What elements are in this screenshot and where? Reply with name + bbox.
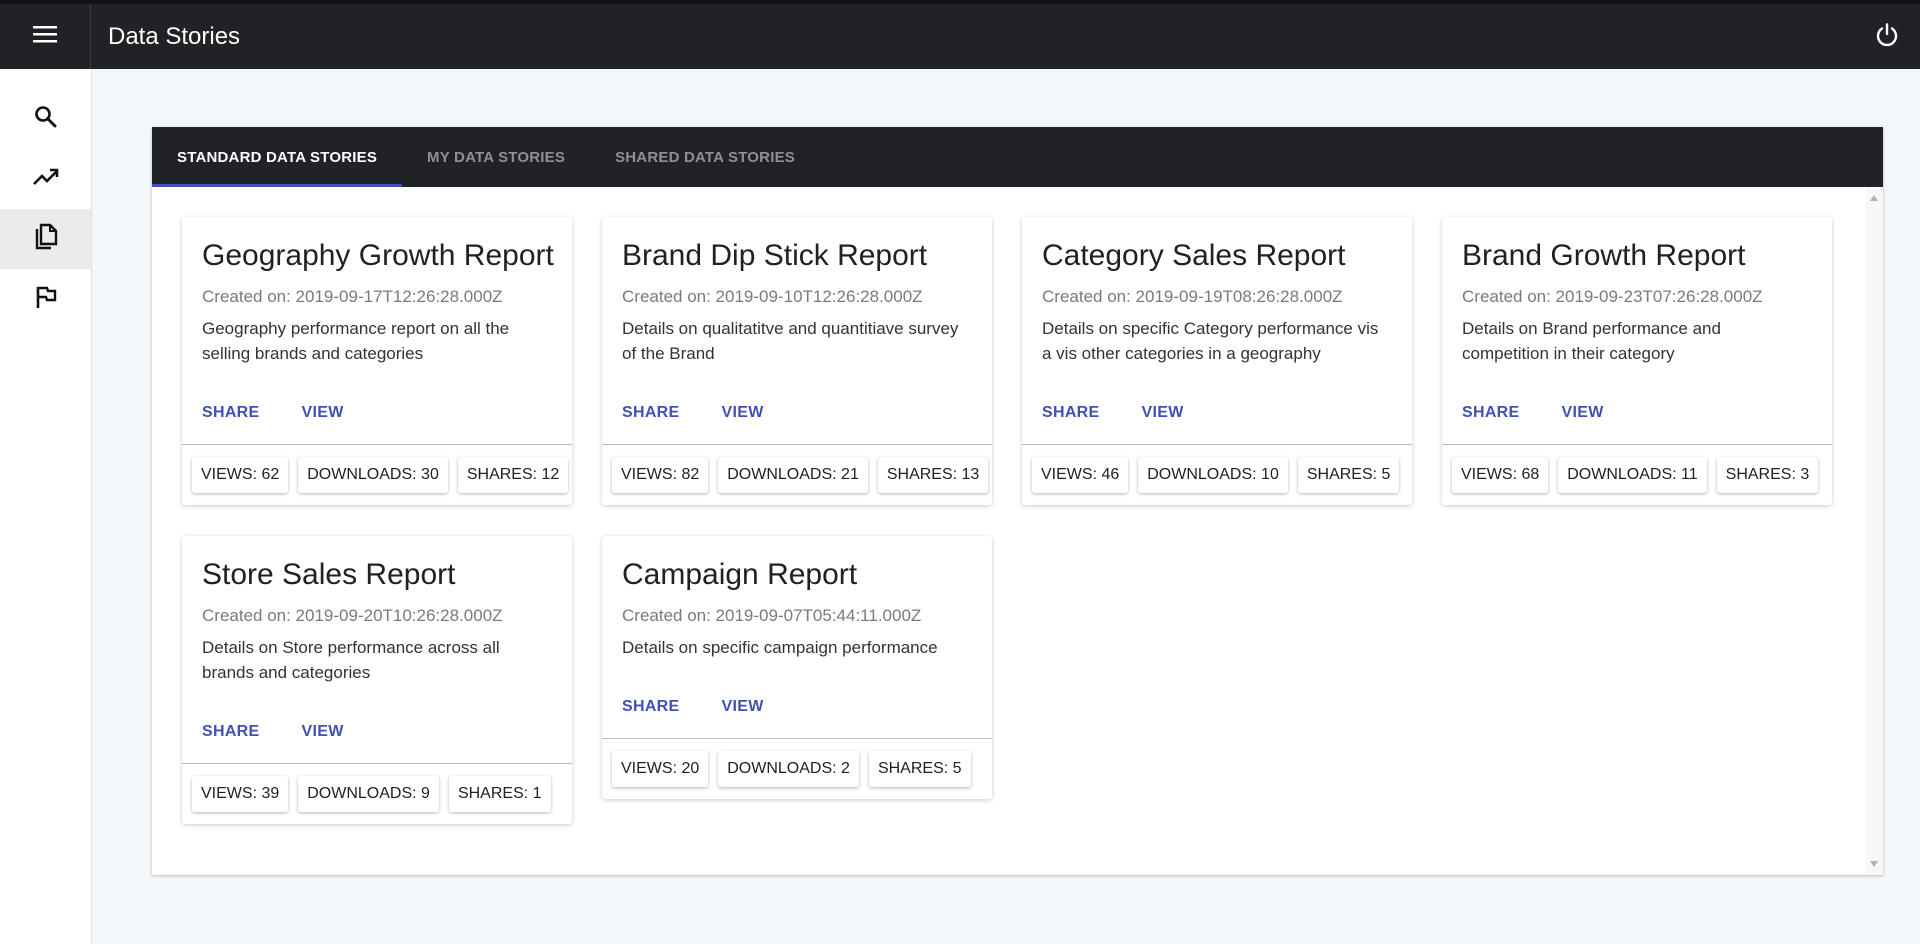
app-bar: Data Stories bbox=[0, 4, 1920, 69]
card-body: Geography Growth Report Created on: 2019… bbox=[182, 217, 572, 445]
card-description: Details on Brand performance and competi… bbox=[1462, 319, 1721, 363]
shares-chip: SHARES: 5 bbox=[1297, 457, 1400, 493]
shares-chip: SHARES: 3 bbox=[1716, 457, 1819, 493]
card-description: Details on specific Category performance… bbox=[1042, 319, 1379, 363]
downloads-chip: DOWNLOADS: 2 bbox=[718, 751, 859, 787]
downloads-chip: DOWNLOADS: 11 bbox=[1558, 457, 1707, 493]
downloads-chip: DOWNLOADS: 10 bbox=[1138, 457, 1288, 493]
card-created-date: Created on: 2019-09-23T07:26:28.000Z bbox=[1462, 287, 1763, 306]
view-button[interactable]: VIEW bbox=[714, 694, 772, 720]
search-icon bbox=[33, 104, 59, 135]
card-body: Brand Growth Report Created on: 2019-09-… bbox=[1442, 217, 1832, 445]
tab-bar: STANDARD DATA STORIES MY DATA STORIES SH… bbox=[152, 127, 1883, 187]
views-chip: VIEWS: 62 bbox=[192, 457, 289, 493]
card-title: Brand Growth Report bbox=[1462, 239, 1746, 272]
downloads-chip: DOWNLOADS: 9 bbox=[298, 776, 439, 812]
card-body: Store Sales Report Created on: 2019-09-2… bbox=[182, 536, 572, 764]
card-actions: SHARE VIEW bbox=[194, 400, 352, 426]
card-created-date: Created on: 2019-09-10T12:26:28.000Z bbox=[622, 287, 923, 306]
view-button[interactable]: VIEW bbox=[1554, 400, 1612, 426]
shares-chip: SHARES: 5 bbox=[868, 751, 971, 787]
story-card: Category Sales Report Created on: 2019-0… bbox=[1022, 217, 1412, 505]
card-stats: VIEWS: 46 DOWNLOADS: 10 SHARES: 5 bbox=[1022, 445, 1412, 505]
card-created-date: Created on: 2019-09-20T10:26:28.000Z bbox=[202, 606, 503, 625]
story-card: Geography Growth Report Created on: 2019… bbox=[182, 217, 572, 505]
card-stats: VIEWS: 39 DOWNLOADS: 9 SHARES: 1 bbox=[182, 764, 572, 824]
card-body: Category Sales Report Created on: 2019-0… bbox=[1022, 217, 1412, 445]
card-description: Geography performance report on all the … bbox=[202, 319, 510, 363]
view-button[interactable]: VIEW bbox=[294, 719, 352, 745]
card-actions: SHARE VIEW bbox=[614, 694, 772, 720]
flag-icon bbox=[34, 284, 58, 315]
scroll-up-arrow-icon[interactable] bbox=[1870, 195, 1878, 201]
views-chip: VIEWS: 20 bbox=[612, 751, 709, 787]
downloads-chip: DOWNLOADS: 30 bbox=[298, 457, 448, 493]
tab-standard-data-stories[interactable]: STANDARD DATA STORIES bbox=[152, 127, 403, 187]
card-title: Campaign Report bbox=[622, 558, 858, 591]
card-body: Campaign Report Created on: 2019-09-07T0… bbox=[602, 536, 992, 739]
views-chip: VIEWS: 82 bbox=[612, 457, 709, 493]
share-button[interactable]: SHARE bbox=[194, 719, 268, 745]
share-button[interactable]: SHARE bbox=[194, 400, 268, 426]
share-button[interactable]: SHARE bbox=[1454, 400, 1528, 426]
card-created-date: Created on: 2019-09-07T05:44:11.000Z bbox=[622, 606, 922, 625]
card-title: Brand Dip Stick Report bbox=[622, 239, 928, 272]
sidebar-item-data-stories[interactable] bbox=[0, 209, 91, 269]
story-card: Store Sales Report Created on: 2019-09-2… bbox=[182, 536, 572, 824]
shares-chip: SHARES: 12 bbox=[457, 457, 569, 493]
card-description: Details on Store performance across all … bbox=[202, 638, 500, 682]
card-created-date: Created on: 2019-09-19T08:26:28.000Z bbox=[1042, 287, 1343, 306]
menu-icon bbox=[32, 24, 58, 49]
cards-scroll-area: Geography Growth Report Created on: 2019… bbox=[152, 187, 1883, 875]
vertical-scrollbar[interactable] bbox=[1866, 187, 1883, 875]
story-card: Brand Growth Report Created on: 2019-09-… bbox=[1442, 217, 1832, 505]
power-button[interactable] bbox=[1870, 20, 1904, 54]
card-stats: VIEWS: 68 DOWNLOADS: 11 SHARES: 3 bbox=[1442, 445, 1832, 505]
story-card: Brand Dip Stick Report Created on: 2019-… bbox=[602, 217, 992, 505]
views-chip: VIEWS: 39 bbox=[192, 776, 289, 812]
page-title: Data Stories bbox=[108, 22, 241, 50]
shares-chip: SHARES: 13 bbox=[877, 457, 989, 493]
sidebar-item-search[interactable] bbox=[0, 89, 91, 149]
data-stories-panel: STANDARD DATA STORIES MY DATA STORIES SH… bbox=[152, 127, 1883, 875]
card-stats: VIEWS: 20 DOWNLOADS: 2 SHARES: 5 bbox=[602, 739, 992, 799]
sidebar-item-trends[interactable] bbox=[0, 149, 91, 209]
scroll-down-arrow-icon[interactable] bbox=[1870, 861, 1878, 867]
view-button[interactable]: VIEW bbox=[1134, 400, 1192, 426]
views-chip: VIEWS: 68 bbox=[1452, 457, 1549, 493]
card-actions: SHARE VIEW bbox=[1034, 400, 1192, 426]
card-body: Brand Dip Stick Report Created on: 2019-… bbox=[602, 217, 992, 445]
sidebar bbox=[0, 69, 92, 944]
card-title: Store Sales Report bbox=[202, 558, 456, 591]
sidebar-item-flags[interactable] bbox=[0, 269, 91, 329]
card-actions: SHARE VIEW bbox=[614, 400, 772, 426]
card-stats: VIEWS: 82 DOWNLOADS: 21 SHARES: 13 bbox=[602, 445, 992, 505]
card-actions: SHARE VIEW bbox=[1454, 400, 1612, 426]
story-card: Campaign Report Created on: 2019-09-07T0… bbox=[602, 536, 992, 799]
card-description: Details on qualitatitve and quantitiave … bbox=[622, 319, 959, 363]
share-button[interactable]: SHARE bbox=[614, 400, 688, 426]
menu-button[interactable] bbox=[0, 4, 91, 69]
card-created-date: Created on: 2019-09-17T12:26:28.000Z bbox=[202, 287, 503, 306]
card-actions: SHARE VIEW bbox=[194, 719, 352, 745]
trending-up-icon bbox=[32, 166, 60, 193]
views-chip: VIEWS: 46 bbox=[1032, 457, 1129, 493]
power-icon bbox=[1874, 22, 1900, 53]
shares-chip: SHARES: 1 bbox=[448, 776, 551, 812]
card-stats: VIEWS: 62 DOWNLOADS: 30 SHARES: 12 bbox=[182, 445, 572, 505]
share-button[interactable]: SHARE bbox=[614, 694, 688, 720]
card-description: Details on specific campaign performance bbox=[622, 638, 938, 657]
view-button[interactable]: VIEW bbox=[294, 400, 352, 426]
view-button[interactable]: VIEW bbox=[714, 400, 772, 426]
downloads-chip: DOWNLOADS: 21 bbox=[718, 457, 868, 493]
card-title: Category Sales Report bbox=[1042, 239, 1346, 272]
tab-shared-data-stories[interactable]: SHARED DATA STORIES bbox=[590, 127, 820, 187]
tab-my-data-stories[interactable]: MY DATA STORIES bbox=[402, 127, 590, 187]
copy-icon bbox=[33, 222, 59, 257]
share-button[interactable]: SHARE bbox=[1034, 400, 1108, 426]
card-title: Geography Growth Report bbox=[202, 239, 554, 272]
